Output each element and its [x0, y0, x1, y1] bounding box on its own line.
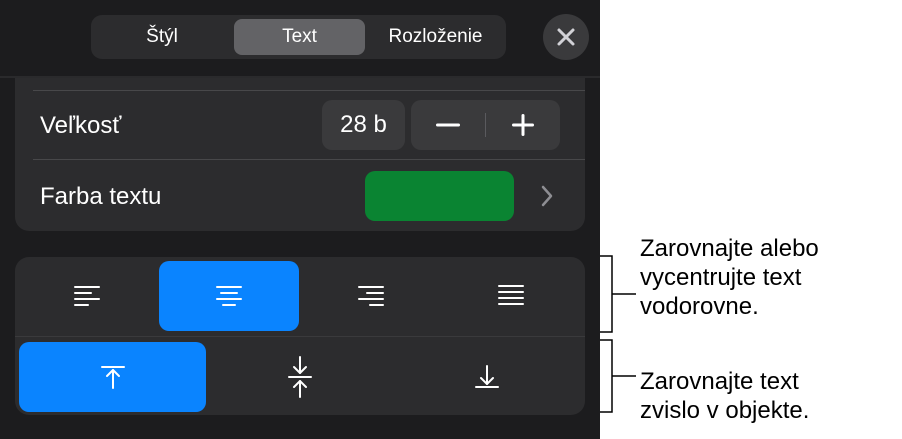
- font-size-stepper: [411, 100, 560, 150]
- align-justify-icon: [498, 285, 524, 305]
- format-panel: Štýl Text Rozloženie Veľkosť 28 b Farba …: [0, 0, 600, 439]
- align-justify-button[interactable]: [443, 261, 579, 331]
- align-middle-icon: [287, 356, 312, 398]
- format-tabs: Štýl Text Rozloženie: [91, 15, 506, 59]
- divider: [33, 90, 585, 91]
- tab-style[interactable]: Štýl: [95, 19, 229, 55]
- align-right-button[interactable]: [303, 261, 439, 331]
- align-left-button[interactable]: [19, 261, 155, 331]
- bracket-vertical: [600, 339, 636, 413]
- callout-vertical-alignment: Zarovnajte text zvislo v objekte.: [640, 368, 810, 424]
- align-top-icon: [100, 366, 125, 389]
- xmark-icon: [557, 28, 575, 46]
- minus-icon: [436, 123, 460, 127]
- increment-button[interactable]: [486, 100, 560, 150]
- align-top-button[interactable]: [19, 342, 206, 412]
- align-bottom-icon: [474, 365, 499, 388]
- divider: [15, 336, 585, 337]
- align-center-icon: [216, 286, 242, 306]
- font-size-value[interactable]: 28 b: [322, 100, 405, 150]
- align-left-icon: [74, 286, 100, 306]
- tab-layout[interactable]: Rozloženie: [369, 19, 502, 55]
- decrement-button[interactable]: [411, 100, 485, 150]
- chevron-right-icon[interactable]: [540, 184, 554, 208]
- callout-horizontal-alignment: Zarovnajte alebo vycentrujte text vodoro…: [640, 235, 819, 320]
- plus-icon: [512, 114, 534, 136]
- tab-text[interactable]: Text: [234, 19, 365, 55]
- text-color-label: Farba textu: [40, 183, 162, 210]
- bracket-horizontal: [600, 255, 636, 333]
- close-button[interactable]: [543, 14, 589, 60]
- align-center-button[interactable]: [159, 261, 299, 331]
- align-bottom-button[interactable]: [393, 342, 580, 412]
- align-middle-button[interactable]: [208, 342, 391, 412]
- size-label: Veľkosť: [40, 112, 122, 139]
- align-right-icon: [358, 286, 384, 306]
- divider: [33, 159, 585, 160]
- text-color-swatch[interactable]: [365, 171, 514, 221]
